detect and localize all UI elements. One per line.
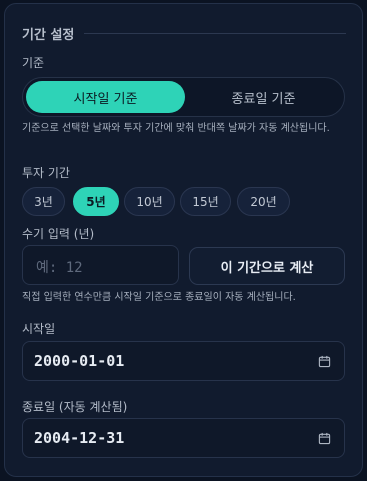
- end-date-label: 종료일 (자동 계산됨): [22, 400, 128, 414]
- period-label: 투자 기간: [22, 166, 70, 180]
- manual-label: 수기 입력 (년): [22, 227, 95, 241]
- period-chip-3y[interactable]: 3년: [22, 187, 65, 216]
- start-date-field[interactable]: 2000-01-01: [22, 341, 345, 381]
- end-date-field[interactable]: 2004-12-31: [22, 418, 345, 458]
- period-chip-20y[interactable]: 20년: [237, 187, 290, 216]
- manual-help-text: 직접 입력한 연수만큼 시작일 기준으로 종료일이 자동 계산됩니다.: [22, 292, 296, 303]
- section-divider: [84, 33, 346, 34]
- period-chip-15y[interactable]: 15년: [180, 187, 231, 216]
- period-chip-5y[interactable]: 5년: [73, 187, 119, 216]
- basis-label: 기준: [22, 56, 45, 70]
- apply-period-button[interactable]: 이 기간으로 계산: [189, 247, 345, 285]
- section-title: 기간 설정: [22, 28, 75, 43]
- calendar-icon[interactable]: [318, 355, 331, 368]
- basis-end-option[interactable]: 종료일 기준: [184, 81, 343, 113]
- basis-start-option[interactable]: 시작일 기준: [26, 81, 185, 113]
- basis-help-text: 기준으로 선택한 날짜와 투자 기간에 맞춰 반대쪽 날짜가 자동 계산됩니다.: [22, 123, 330, 134]
- manual-years-placeholder: 예: 12: [36, 260, 83, 276]
- manual-years-input[interactable]: 예: 12: [22, 245, 179, 285]
- period-chip-10y[interactable]: 10년: [124, 187, 175, 216]
- start-date-value: 2000-01-01: [34, 352, 125, 370]
- end-date-value: 2004-12-31: [34, 429, 125, 447]
- start-date-label: 시작일: [22, 322, 56, 336]
- basis-toggle: 시작일 기준 종료일 기준: [22, 77, 345, 117]
- calendar-icon[interactable]: [318, 432, 331, 445]
- section-header: 기간 설정: [22, 24, 346, 43]
- period-settings-panel: 기간 설정 기준 시작일 기준 종료일 기준 기준으로 선택한 날짜와 투자 기…: [4, 3, 363, 477]
